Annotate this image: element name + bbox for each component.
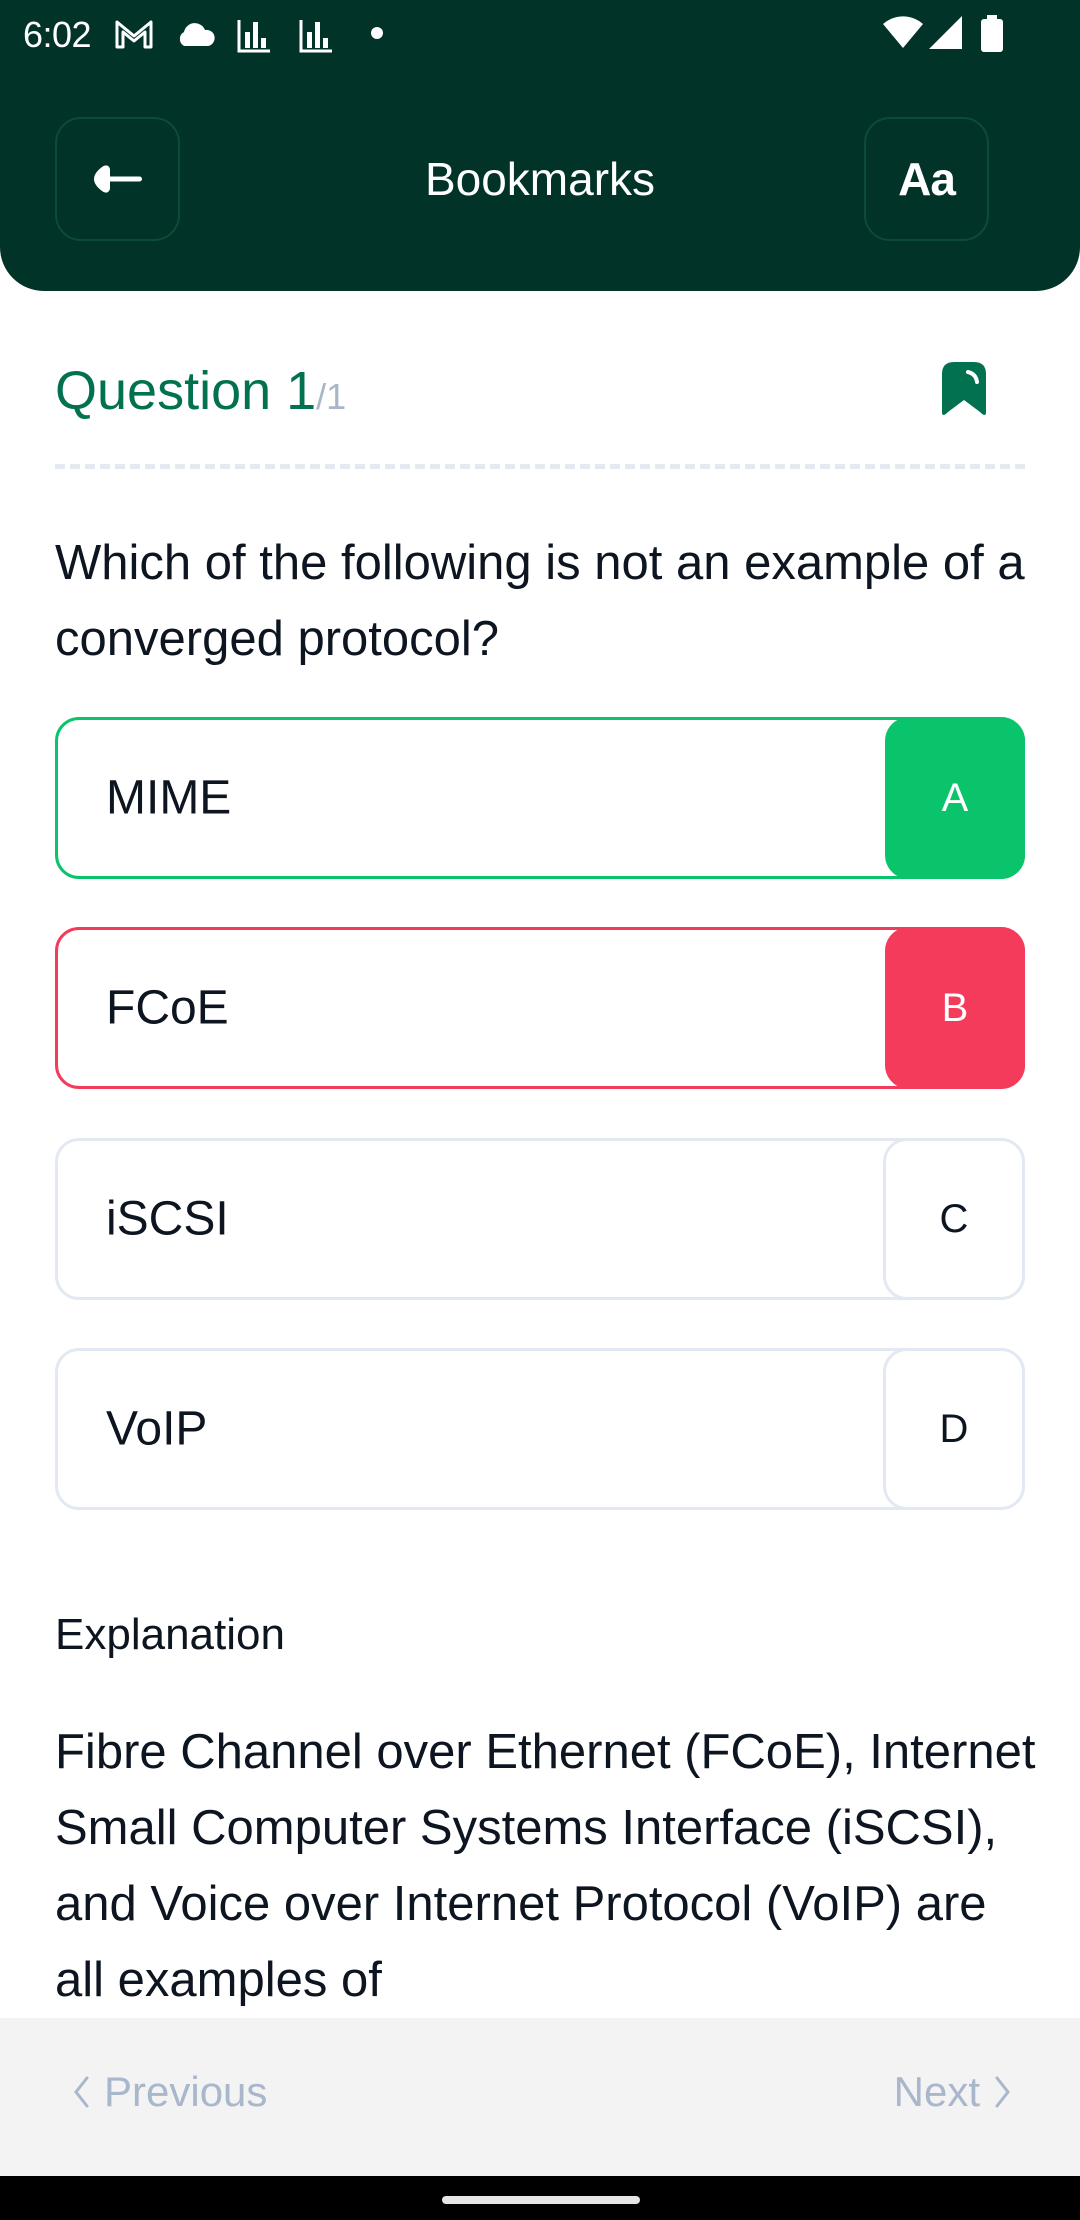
battery-icon [981, 15, 1003, 52]
question-text: Which of the following is not an example… [55, 536, 1025, 666]
option-letter: A [885, 717, 1025, 879]
option-letter: B [885, 927, 1025, 1089]
system-nav-bar [0, 2176, 1080, 2220]
next-button[interactable]: Next [894, 2068, 1012, 2116]
previous-label: Previous [104, 2068, 268, 2115]
font-size-button[interactable]: Aa [864, 117, 989, 241]
chevron-right-icon [995, 2076, 1010, 2108]
explanation-title: Explanation [55, 1610, 285, 1659]
bookmark-button[interactable] [940, 360, 1000, 422]
question-counter: Question 1/1 [55, 360, 346, 422]
cloud-icon [179, 23, 215, 46]
option-letter: D [883, 1348, 1025, 1510]
home-indicator[interactable] [442, 2196, 640, 2204]
chart-icon [299, 20, 332, 53]
question-total: /1 [316, 376, 347, 417]
gmail-icon [115, 20, 153, 49]
font-size-label: Aa [898, 153, 956, 205]
option-text: VoIP [106, 1402, 208, 1456]
option-text: iSCSI [106, 1192, 229, 1246]
status-bar: 6:02 [0, 0, 1080, 66]
option-b[interactable]: FCoE B [55, 927, 1025, 1089]
question-label: Question 1 [55, 361, 317, 421]
option-letter: C [883, 1138, 1025, 1300]
option-a[interactable]: MIME A [55, 717, 1025, 879]
option-text: FCoE [106, 981, 229, 1035]
option-c[interactable]: iSCSI C [55, 1138, 1025, 1300]
app-header: 6:02 Bookmarks Aa [0, 0, 1080, 291]
option-text: MIME [106, 771, 232, 825]
chart-icon [237, 20, 270, 53]
status-time: 6:02 [23, 14, 92, 55]
divider [55, 464, 1025, 469]
next-label: Next [893, 2068, 980, 2115]
bookmark-icon [942, 362, 986, 415]
signal-icon [929, 16, 962, 49]
wifi-icon [883, 16, 923, 48]
previous-button[interactable]: Previous [72, 2068, 267, 2116]
bottom-navigation: Previous Next [0, 2018, 1080, 2176]
option-d[interactable]: VoIP D [55, 1348, 1025, 1510]
chevron-left-icon [74, 2076, 89, 2108]
explanation-text: Fibre Channel over Ethernet (FCoE), Inte… [55, 1725, 1036, 2007]
dot-icon [371, 27, 383, 39]
